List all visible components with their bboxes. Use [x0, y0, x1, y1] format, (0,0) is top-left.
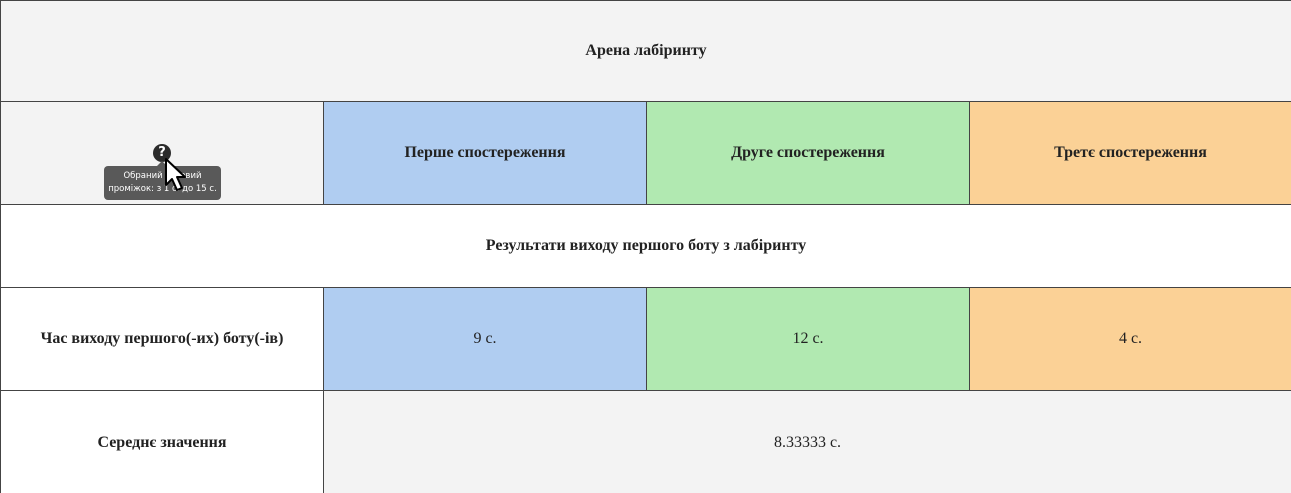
observation-third-header: Третє спостереження	[969, 101, 1291, 205]
arena-table: Арена лабіринту ? Обраний часовий проміж…	[0, 0, 1291, 493]
time-range-tooltip: Обраний часовий проміжок: з 1 с. до 15 с…	[104, 161, 221, 200]
exit-time-third: 4 с.	[969, 287, 1291, 391]
average-label: Середнє значення	[0, 390, 324, 493]
observation-second-header: Друге спостереження	[646, 101, 970, 205]
arena-title: Арена лабіринту	[0, 0, 1291, 102]
exit-time-label: Час виходу першого(-их) боту(-ів)	[0, 287, 324, 391]
section-title: Результати виходу першого боту з лабірин…	[0, 204, 1291, 288]
question-circle-icon[interactable]: ?	[153, 144, 171, 162]
exit-time-second: 12 с.	[646, 287, 970, 391]
observation-first-header: Перше спостереження	[323, 101, 647, 205]
exit-time-first: 9 с.	[323, 287, 647, 391]
average-value: 8.33333 с.	[323, 390, 1291, 493]
help-cell: ? Обраний часовий проміжок: з 1 с. до 15…	[0, 101, 324, 205]
